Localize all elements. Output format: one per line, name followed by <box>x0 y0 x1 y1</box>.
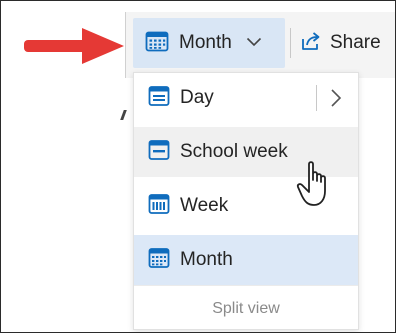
calendar-day-icon <box>148 85 170 112</box>
menu-item-month[interactable]: Month <box>134 235 358 285</box>
menu-item-day[interactable]: Day <box>134 73 358 123</box>
calendar-month-icon <box>145 30 169 57</box>
menu-item-week-label: Week <box>180 195 229 216</box>
share-icon <box>300 30 322 57</box>
red-arrow-annotation-icon <box>24 26 126 71</box>
split-view-option[interactable]: Split view <box>134 287 358 331</box>
menu-divider <box>134 285 358 286</box>
menu-item-school-week-label: School week <box>180 141 288 162</box>
toolbar-separator <box>290 28 291 58</box>
hand-pointer-cursor-icon <box>296 160 336 215</box>
background-glyph-fragment <box>120 110 127 120</box>
share-button[interactable]: Share <box>300 18 381 68</box>
view-switcher-button[interactable]: Month <box>133 18 285 68</box>
menu-item-day-label: Day <box>180 87 214 108</box>
calendar-month-icon <box>148 247 170 274</box>
share-label: Share <box>330 32 381 53</box>
view-switcher-label: Month <box>179 32 232 53</box>
chevron-right-icon[interactable] <box>330 88 342 113</box>
menu-item-month-label: Month <box>180 249 233 270</box>
calendar-work-week-icon <box>148 139 170 166</box>
calendar-week-icon <box>148 193 170 220</box>
chevron-down-icon <box>246 34 262 52</box>
submenu-separator <box>316 85 317 111</box>
